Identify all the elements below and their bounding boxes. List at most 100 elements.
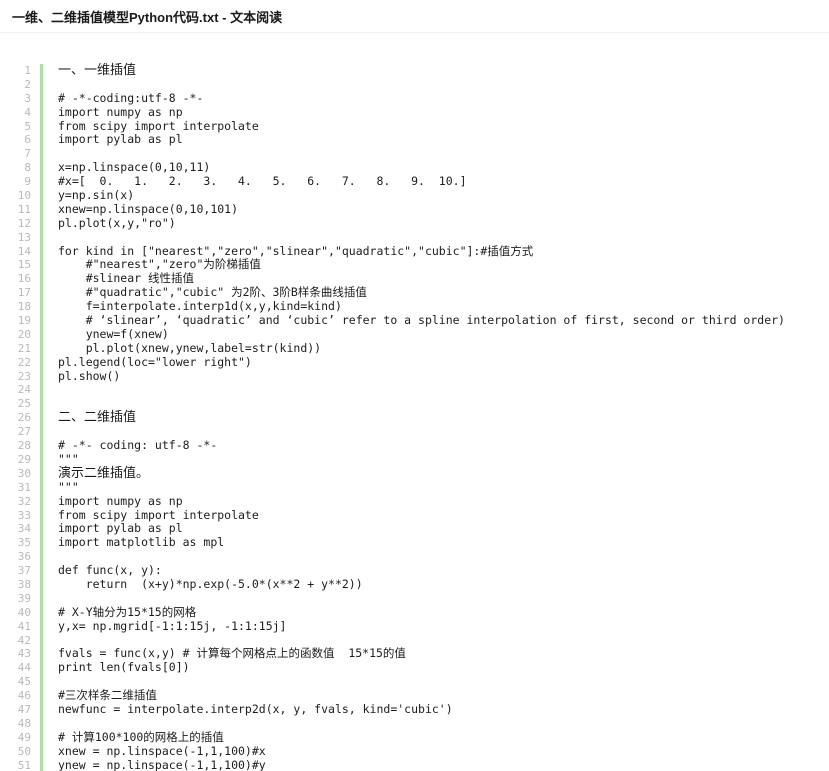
code-line: 27 bbox=[0, 425, 829, 440]
code-line-text: #slinear 线性插值 bbox=[58, 271, 195, 286]
line-number: 9 bbox=[24, 175, 31, 189]
code-line: 17 #"quadratic","cubic" 为2阶、3阶B样条曲线插值 bbox=[0, 285, 829, 301]
text-reader-viewport[interactable]: 1 一、一维插值 2 3 # -*-coding:utf-8 -*- 4 import nu… bbox=[0, 33, 829, 771]
line-number: 3 bbox=[24, 91, 31, 105]
line-number: 14 bbox=[17, 244, 31, 258]
line-number: 7 bbox=[24, 147, 31, 161]
code-line: 40 # X-Y轴分为15*15的网格 bbox=[0, 605, 829, 620]
code-line: 2 bbox=[0, 77, 829, 92]
gutter-separator bbox=[40, 591, 43, 606]
code-line: 10 y=np.sin(x) bbox=[0, 188, 829, 203]
line-number: 34 bbox=[17, 522, 31, 536]
code-line: 31 """ bbox=[0, 480, 829, 495]
code-line: 11 xnew=np.linspace(0,10,101) bbox=[0, 201, 829, 217]
line-number: 37 bbox=[17, 564, 31, 578]
line-number: 46 bbox=[17, 689, 31, 703]
code-line-text: # -*- coding: utf-8 -*- bbox=[58, 438, 218, 453]
line-number: 21 bbox=[17, 341, 31, 355]
code-line-text: for kind in ["nearest","zero","slinear",… bbox=[58, 243, 534, 258]
line-number: 47 bbox=[17, 702, 31, 716]
line-number: 19 bbox=[17, 314, 31, 328]
gutter-separator bbox=[40, 716, 43, 731]
code-line: 6 import pylab as pl bbox=[0, 132, 829, 148]
code-line: 4 import numpy as np bbox=[0, 104, 829, 120]
line-number: 23 bbox=[17, 369, 31, 383]
line-number: 36 bbox=[17, 550, 31, 564]
code-line: 26 二、二维插值 bbox=[0, 410, 829, 426]
code-line-text: """ bbox=[58, 451, 79, 466]
code-line: 49 # 计算100*100的网格上的插值 bbox=[0, 729, 829, 745]
line-number: 51 bbox=[17, 758, 31, 771]
line-number: 50 bbox=[17, 744, 31, 758]
code-line: 8 x=np.linspace(0,10,11) bbox=[0, 160, 829, 176]
code-line: 39 bbox=[0, 591, 829, 606]
line-number: 17 bbox=[17, 286, 31, 300]
line-number: 42 bbox=[17, 633, 31, 647]
code-line: 33 from scipy import interpolate bbox=[0, 507, 829, 523]
code-line: 42 bbox=[0, 633, 829, 648]
gutter-separator bbox=[40, 425, 43, 440]
code-line-text: 演示二维插值。 bbox=[58, 465, 150, 481]
code-line: 46 #三次样条二维插值 bbox=[0, 688, 829, 703]
code-line: 35 import matplotlib as mpl bbox=[0, 535, 829, 551]
code-line: 41 y,x= np.mgrid[-1:1:15j, -1:1:15j] bbox=[0, 618, 829, 634]
line-number: 41 bbox=[17, 619, 31, 633]
code-line: 23 pl.show() bbox=[0, 369, 829, 384]
code-line: 1 一、一维插值 bbox=[0, 64, 829, 78]
code-line-text: #"quadratic","cubic" 为2阶、3阶B样条曲线插值 bbox=[58, 285, 367, 300]
code-line-text: # 计算100*100的网格上的插值 bbox=[58, 729, 224, 744]
code-line: 51 ynew = np.linspace(-1,1,100)#y bbox=[0, 757, 829, 771]
code-line-text: from scipy import interpolate bbox=[58, 507, 259, 522]
code-line: 14 for kind in ["nearest","zero","slinear… bbox=[0, 243, 829, 259]
code-line-text: def func(x, y): bbox=[58, 563, 162, 578]
gutter-separator bbox=[40, 147, 43, 162]
code-line-text: # -*-coding:utf-8 -*- bbox=[58, 90, 204, 105]
line-number: 4 bbox=[24, 105, 31, 119]
gutter-separator bbox=[40, 230, 43, 245]
gutter-separator bbox=[40, 397, 43, 412]
gutter-separator bbox=[40, 633, 43, 648]
code-line: 12 pl.plot(x,y,"ro") bbox=[0, 216, 829, 231]
code-line-text: #x=[ 0. 1. 2. 3. 4. 5. 6. 7. 8. 9. 10.] bbox=[58, 174, 467, 189]
line-number: 39 bbox=[17, 591, 31, 605]
code-line: 50 xnew = np.linspace(-1,1,100)#x bbox=[0, 743, 829, 759]
code-line-text: #"nearest","zero"为阶梯插值 bbox=[58, 257, 261, 272]
line-number: 25 bbox=[17, 397, 31, 411]
line-number: 18 bbox=[17, 300, 31, 314]
line-number: 12 bbox=[17, 216, 31, 230]
code-line: 3 # -*-coding:utf-8 -*- bbox=[0, 90, 829, 106]
line-number: 10 bbox=[17, 189, 31, 203]
line-number: 8 bbox=[24, 161, 31, 175]
code-line-text: ynew = np.linspace(-1,1,100)#y bbox=[58, 757, 266, 771]
code-line-text: y,x= np.mgrid[-1:1:15j, -1:1:15j] bbox=[58, 618, 287, 633]
code-line: 45 bbox=[0, 675, 829, 690]
line-number: 38 bbox=[17, 577, 31, 591]
code-line: 43 fvals = func(x,y) # 计算每个网格点上的函数值 15*15… bbox=[0, 647, 829, 662]
code-line-text: import matplotlib as mpl bbox=[58, 535, 225, 550]
code-listing: 1 一、一维插值 2 3 # -*-coding:utf-8 -*- 4 import nu… bbox=[0, 64, 829, 771]
line-number: 11 bbox=[17, 202, 31, 216]
line-number: 20 bbox=[17, 327, 31, 341]
line-number: 5 bbox=[24, 119, 31, 133]
code-line-text: import pylab as pl bbox=[58, 132, 183, 147]
code-line-text: xnew=np.linspace(0,10,101) bbox=[58, 201, 239, 216]
code-line: 22 pl.legend(loc="lower right") bbox=[0, 355, 829, 370]
gutter-separator bbox=[40, 383, 43, 398]
code-line-text: f=interpolate.interp1d(x,y,kind=kind) bbox=[58, 299, 342, 314]
line-number: 40 bbox=[17, 605, 31, 619]
code-line-text: # ‘slinear’, ‘quadratic’ and ‘cubic’ ref… bbox=[58, 313, 785, 328]
code-line-text: #三次样条二维插值 bbox=[58, 688, 157, 703]
line-number: 15 bbox=[17, 258, 31, 272]
code-line: 7 bbox=[0, 147, 829, 162]
line-number: 33 bbox=[17, 508, 31, 522]
code-line: 48 bbox=[0, 716, 829, 731]
window-title-bar: 一维、二维插值模型Python代码.txt - 文本阅读 bbox=[0, 0, 829, 33]
code-line-text: import numpy as np bbox=[58, 104, 183, 119]
code-line-text: 二、二维插值 bbox=[58, 410, 137, 426]
code-line-text: import numpy as np bbox=[58, 493, 183, 508]
code-line: 28 # -*- coding: utf-8 -*- bbox=[0, 438, 829, 453]
code-line: 24 bbox=[0, 383, 829, 398]
code-line: 9 #x=[ 0. 1. 2. 3. 4. 5. 6. 7. 8. 9. 10.] bbox=[0, 174, 829, 190]
code-line-text: xnew = np.linspace(-1,1,100)#x bbox=[58, 743, 266, 758]
line-number: 49 bbox=[17, 730, 31, 744]
